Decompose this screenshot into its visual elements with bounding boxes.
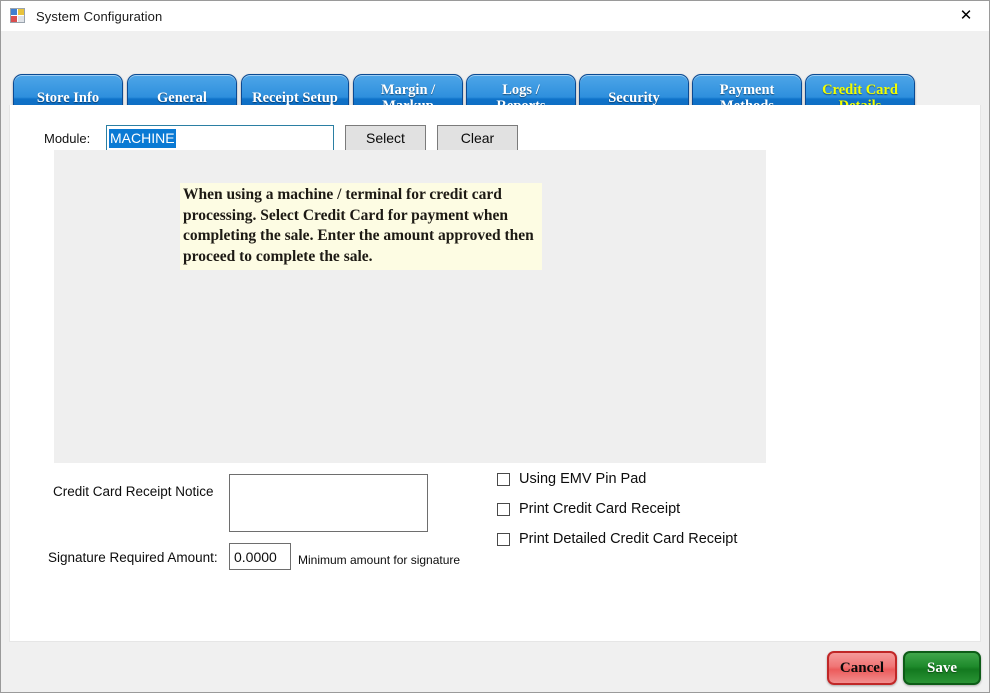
checkbox-print-credit-card-receipt[interactable]: Print Credit Card Receipt [497, 501, 680, 517]
tab-strip: Store InfoGeneralReceipt SetupMargin / M… [1, 31, 989, 124]
signature-amount-input[interactable]: 0.0000 [229, 543, 291, 570]
receipt-notice-label: Credit Card Receipt Notice [53, 484, 214, 499]
checkbox-print-detailed-credit-card-receipt[interactable]: Print Detailed Credit Card Receipt [497, 531, 737, 547]
signature-amount-label: Signature Required Amount: [48, 550, 218, 565]
module-input-value: MACHINE [109, 128, 176, 148]
footer-bar: Cancel Save [1, 642, 989, 692]
receipt-notice-input[interactable] [229, 474, 428, 532]
select-button[interactable]: Select [345, 125, 426, 151]
title-bar: System Configuration ✕ [1, 1, 989, 31]
checkbox-box-icon [497, 472, 510, 486]
checkbox-box-icon [497, 502, 510, 516]
close-icon[interactable]: ✕ [943, 1, 989, 30]
checkbox-label: Print Detailed Credit Card Receipt [519, 531, 738, 547]
module-row: Module: MACHINE Select Clear [44, 125, 518, 151]
signature-amount-hint: Minimum amount for signature [298, 553, 461, 567]
module-note: When using a machine / terminal for cred… [180, 183, 542, 271]
checkbox-label: Using EMV Pin Pad [519, 471, 647, 487]
save-button[interactable]: Save [903, 651, 981, 685]
module-input[interactable]: MACHINE [106, 125, 334, 151]
app-squares-icon [10, 8, 27, 24]
clear-button[interactable]: Clear [437, 125, 518, 151]
checkbox-using-emv-pin-pad[interactable]: Using EMV Pin Pad [497, 471, 646, 487]
checkbox-label: Print Credit Card Receipt [519, 501, 681, 517]
cancel-button[interactable]: Cancel [827, 651, 897, 685]
module-label: Module: [44, 130, 91, 146]
window-title: System Configuration [36, 8, 163, 24]
checkbox-box-icon [497, 532, 510, 546]
system-configuration-window: System Configuration ✕ Store Info General… [0, 0, 990, 693]
content-panel: Module: MACHINE Select Clear When using … [9, 105, 981, 642]
